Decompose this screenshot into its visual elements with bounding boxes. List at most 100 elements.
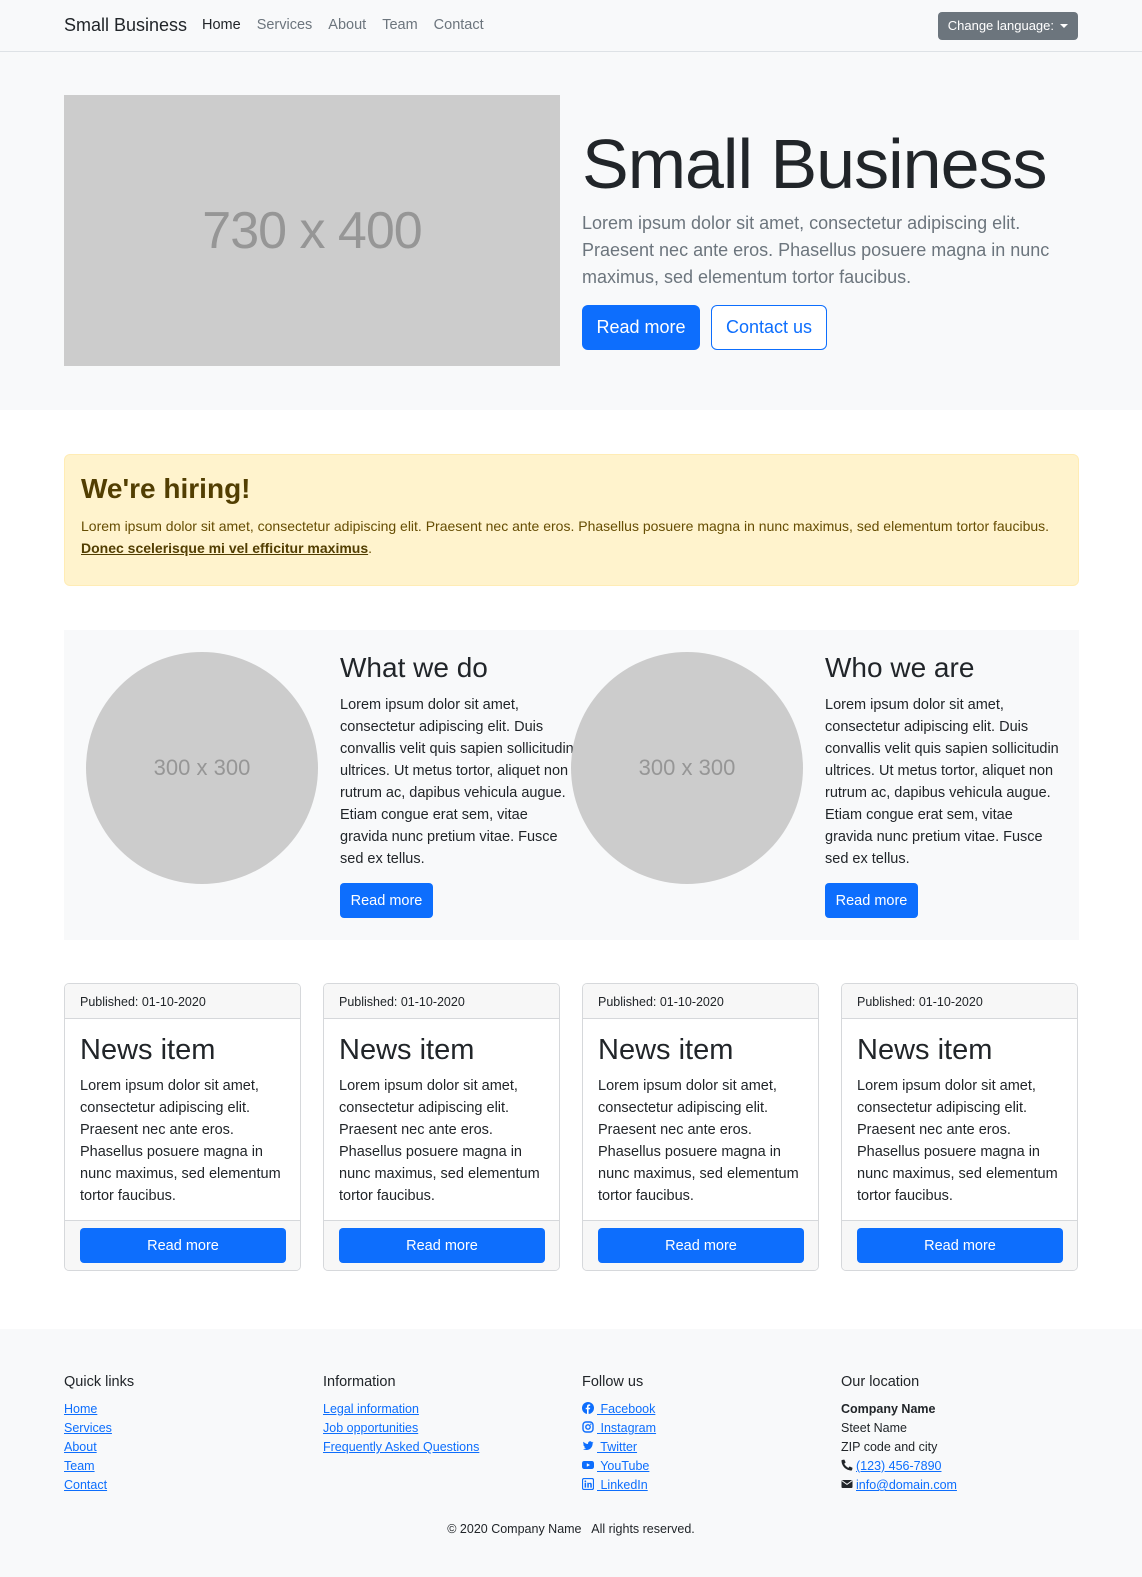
footer-information: Information Legal information Job opport… <box>323 1374 479 1457</box>
footer-link-linkedin[interactable]: LinkedIn <box>582 1476 656 1495</box>
feature-title: What we do <box>340 652 488 683</box>
nav-team[interactable]: Team <box>382 17 417 33</box>
footer: Quick links Home Services About Team Con… <box>0 1329 1142 1577</box>
footer-link-services[interactable]: Services <box>64 1419 134 1438</box>
footer-link-instagram[interactable]: Instagram <box>582 1419 656 1438</box>
footer-link-contact[interactable]: Contact <box>64 1476 134 1495</box>
news-text: Lorem ipsum dolor sit amet, consectetur … <box>857 1078 1058 1204</box>
news-text: Lorem ipsum dolor sit amet, consectetur … <box>598 1078 799 1204</box>
news-published-date: Published: 01-10-2020 <box>583 984 818 1019</box>
alert-text-block: Lorem ipsum dolor sit amet, consectetur … <box>81 515 1062 559</box>
news-title: News item <box>80 1034 216 1066</box>
email-row: info@domain.com <box>841 1476 957 1495</box>
footer-link-youtube[interactable]: YouTube <box>582 1457 656 1476</box>
footer-link-faq[interactable]: Frequently Asked Questions <box>323 1438 479 1457</box>
news-title: News item <box>339 1034 475 1066</box>
feature-text: Lorem ipsum dolor sit amet, consectetur … <box>340 697 574 867</box>
feature-image-label: 300 x 300 <box>638 755 736 780</box>
change-language-label: Change language: <box>947 18 1054 33</box>
news-published-date: Published: 01-10-2020 <box>842 984 1077 1019</box>
news-text: Lorem ipsum dolor sit amet, consectetur … <box>339 1078 540 1204</box>
nav-home[interactable]: Home <box>202 17 241 33</box>
news-card-footer: Read more <box>842 1220 1077 1270</box>
news-card-footer: Read more <box>65 1220 300 1270</box>
hero-read-more-button[interactable]: Read more <box>582 305 700 350</box>
footer-link-jobs[interactable]: Job opportunities <box>323 1419 479 1438</box>
email-link[interactable]: info@domain.com <box>856 1478 957 1492</box>
facebook-icon <box>582 1402 594 1414</box>
footer-quick-links: Quick links Home Services About Team Con… <box>64 1374 134 1495</box>
linkedin-label: LinkedIn <box>597 1478 648 1492</box>
phone-row: (123) 456-7890 <box>841 1457 957 1476</box>
news-read-more-button[interactable]: Read more <box>857 1228 1063 1263</box>
hero-section: 730 x 400 Small Business Lorem ipsum dol… <box>0 52 1142 410</box>
news-read-more-button[interactable]: Read more <box>339 1228 545 1263</box>
feature-text: Lorem ipsum dolor sit amet, consectetur … <box>825 697 1059 867</box>
news-card: Published: 01-10-2020 News item Lorem ip… <box>64 983 301 1271</box>
footer-follow-us: Follow us Facebook Instagram Twitter You… <box>582 1374 656 1495</box>
feature-image-label: 300 x 300 <box>153 755 251 780</box>
change-language-button[interactable]: Change language: <box>937 12 1078 40</box>
instagram-icon <box>582 1421 594 1433</box>
footer-link-facebook[interactable]: Facebook <box>582 1400 656 1419</box>
footer-link-home[interactable]: Home <box>64 1400 134 1419</box>
news-card: Published: 01-10-2020 News item Lorem ip… <box>323 983 560 1271</box>
alert-title: We're hiring! <box>81 473 251 504</box>
feature-image-placeholder: 300 x 300 <box>86 652 318 884</box>
footer-link-about[interactable]: About <box>64 1438 134 1457</box>
news-title: News item <box>598 1034 734 1066</box>
youtube-icon <box>582 1461 594 1469</box>
copyright-text: © 2020 Company Name All rights reserved. <box>447 1522 695 1536</box>
linkedin-icon <box>582 1478 594 1490</box>
hero-title: Small Business <box>582 125 1048 203</box>
envelope-icon <box>841 1480 853 1488</box>
hero-contact-button[interactable]: Contact us <box>711 305 827 350</box>
navbar: Small Business Home Services About Team … <box>0 0 1142 52</box>
footer-link-legal[interactable]: Legal information <box>323 1400 479 1419</box>
hero-image-label: 730 x 400 <box>202 201 422 260</box>
hero-text: Lorem ipsum dolor sit amet, consectetur … <box>582 213 1050 287</box>
news-card: Published: 01-10-2020 News item Lorem ip… <box>841 983 1078 1271</box>
feature-image-placeholder: 300 x 300 <box>571 652 803 884</box>
company-name: Company Name <box>841 1402 936 1416</box>
twitter-icon <box>582 1441 594 1450</box>
nav-contact[interactable]: Contact <box>434 17 484 33</box>
news-card-footer: Read more <box>324 1220 559 1270</box>
alert-text: Lorem ipsum dolor sit amet, consectetur … <box>81 518 1050 534</box>
zip-city: ZIP code and city <box>841 1440 938 1454</box>
features-section: 300 x 300 What we do Lorem ipsum dolor s… <box>64 630 1079 940</box>
news-text: Lorem ipsum dolor sit amet, consectetur … <box>80 1078 281 1204</box>
phone-icon <box>841 1459 853 1471</box>
twitter-label: Twitter <box>597 1440 638 1454</box>
news-title: News item <box>857 1034 993 1066</box>
feature-read-more-button[interactable]: Read more <box>825 883 918 918</box>
news-read-more-button[interactable]: Read more <box>598 1228 804 1263</box>
alert-link[interactable]: Donec scelerisque mi vel efficitur maxim… <box>81 540 368 556</box>
youtube-label: YouTube <box>597 1459 650 1473</box>
footer-link-twitter[interactable]: Twitter <box>582 1438 656 1457</box>
feature-title: Who we are <box>825 652 975 683</box>
nav-links: Home Services About Team Contact <box>202 17 500 33</box>
footer-heading: Our location <box>841 1374 920 1390</box>
hero-image-placeholder: 730 x 400 <box>64 95 560 366</box>
facebook-label: Facebook <box>597 1402 656 1416</box>
copyright: © 2020 Company Name All rights reserved. <box>0 1522 1142 1536</box>
phone-link[interactable]: (123) 456-7890 <box>856 1459 941 1473</box>
nav-about[interactable]: About <box>328 17 366 33</box>
footer-location: Our location Company Name Steet Name ZIP… <box>841 1374 957 1495</box>
footer-heading: Information <box>323 1374 396 1390</box>
footer-heading: Follow us <box>582 1374 644 1390</box>
news-card: Published: 01-10-2020 News item Lorem ip… <box>582 983 819 1271</box>
footer-link-team[interactable]: Team <box>64 1457 134 1476</box>
instagram-label: Instagram <box>597 1421 657 1435</box>
alert-suffix: . <box>368 540 373 556</box>
news-published-date: Published: 01-10-2020 <box>324 984 559 1019</box>
caret-down-icon <box>1060 24 1068 28</box>
footer-heading: Quick links <box>64 1374 135 1390</box>
nav-services[interactable]: Services <box>257 17 313 33</box>
news-published-date: Published: 01-10-2020 <box>65 984 300 1019</box>
brand-link[interactable]: Small Business <box>64 15 187 36</box>
news-read-more-button[interactable]: Read more <box>80 1228 286 1263</box>
feature-read-more-button[interactable]: Read more <box>340 883 433 918</box>
news-card-footer: Read more <box>583 1220 818 1270</box>
